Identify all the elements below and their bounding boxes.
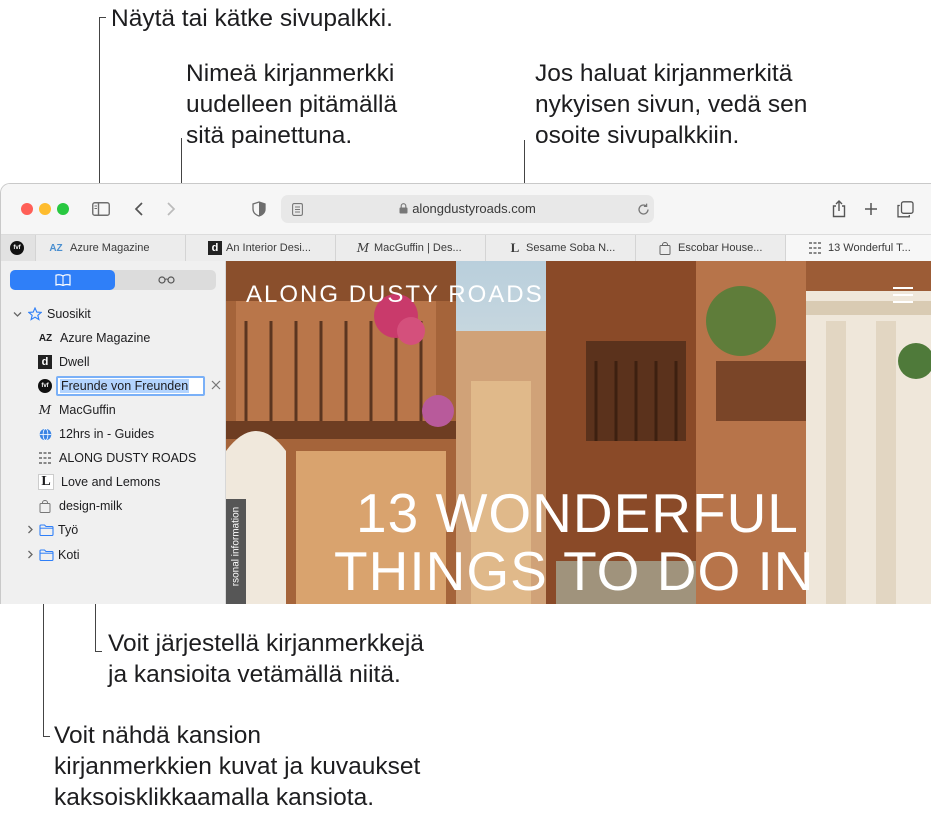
new-tab-icon[interactable] — [859, 197, 883, 221]
address-bar[interactable]: alongdustyroads.com — [281, 195, 654, 223]
callout-drag-address: Jos haluat kirjanmerkitä nykyisen sivun,… — [535, 60, 808, 149]
callout-folder: Voit nähdä kansion kirjanmerkkien kuvat … — [54, 722, 421, 811]
fvf-icon: fvf — [38, 379, 52, 393]
shield-icon[interactable] — [247, 197, 271, 221]
tab-interior[interactable]: d An Interior Desi... — [185, 235, 335, 261]
tab-escobar[interactable]: Escobar House... — [635, 235, 785, 261]
zoom-button[interactable] — [57, 203, 69, 215]
address-text: alongdustyroads.com — [412, 201, 536, 216]
chevron-right-icon[interactable] — [27, 548, 36, 562]
bookmark-macguffin[interactable]: M MacGuffin — [38, 400, 116, 420]
bookmarks-segment[interactable] — [10, 270, 115, 290]
star-icon — [28, 307, 42, 321]
bookmark-dwell[interactable]: d Dwell — [38, 352, 90, 372]
bookmark-12hrs[interactable]: 12hrs in - Guides — [38, 424, 154, 444]
tab-freunde[interactable]: fvf — [1, 235, 35, 261]
glasses-icon — [158, 276, 175, 284]
leader-line-sidebar — [99, 17, 101, 194]
folder-tyo[interactable]: Työ — [27, 520, 78, 540]
macguffin-icon: M — [38, 403, 52, 417]
tab-wonderful[interactable]: 13 Wonderful T... — [785, 235, 931, 261]
site-title[interactable]: ALONG DUSTY ROADS — [246, 281, 544, 309]
tab-azure[interactable]: AZ Azure Magazine — [35, 235, 185, 261]
rename-field-selected-text: Freunde von Freunden — [60, 379, 190, 393]
tab-sesame[interactable]: L Sesame Soba N... — [485, 235, 635, 261]
favorites-label: Suosikit — [47, 307, 91, 321]
callout-organize: Voit järjestellä kirjanmerkkejä ja kansi… — [108, 630, 424, 688]
browser-window: alongdustyroads.com fvf AZ Azure Magazine… — [0, 183, 931, 604]
callout-sidebar: Näytä tai kätke sivupalkki. — [111, 5, 393, 32]
love-lemons-icon: L — [510, 240, 520, 255]
bookmark-design-milk[interactable]: design-milk — [38, 496, 122, 516]
forward-icon[interactable] — [159, 197, 183, 221]
minimize-button[interactable] — [39, 203, 51, 215]
bag-icon — [38, 499, 52, 513]
along-dusty-roads-icon — [808, 241, 822, 255]
web-content: ALONG DUSTY ROADS 13 WONDERFUL THINGS TO… — [226, 261, 931, 604]
azure-icon: AZ — [38, 332, 53, 344]
tab-bar: fvf AZ Azure Magazine d An Interior Desi..… — [1, 234, 931, 262]
fvf-icon: fvf — [10, 241, 24, 255]
close-icon[interactable] — [211, 379, 221, 393]
folder-koti[interactable]: Koti — [27, 545, 80, 565]
rename-field[interactable]: Freunde von Freunden — [56, 376, 205, 396]
sidebar: Suosikit AZ Azure Magazine d Dwell fvf Fre… — [1, 261, 226, 604]
folder-icon — [38, 548, 54, 562]
close-button[interactable] — [21, 203, 33, 215]
tab-overview-icon[interactable] — [893, 197, 917, 221]
folder-icon — [38, 523, 54, 537]
azure-icon: AZ — [49, 242, 63, 254]
bag-icon — [658, 241, 672, 255]
menu-icon[interactable] — [893, 287, 913, 303]
along-dusty-roads-icon — [38, 451, 52, 465]
headline-line-2: THINGS TO DO IN — [334, 540, 815, 602]
macguffin-icon: M — [356, 241, 370, 255]
address-field[interactable]: alongdustyroads.com — [281, 201, 654, 217]
chevron-down-icon[interactable] — [13, 307, 25, 321]
reload-icon[interactable] — [631, 197, 655, 221]
sidebar-icon[interactable] — [89, 197, 113, 221]
headline-line-1: 13 WONDERFUL — [356, 482, 799, 544]
love-lemons-icon: L — [38, 474, 54, 490]
lock-icon — [399, 202, 408, 217]
dwell-icon: d — [38, 355, 52, 369]
share-icon[interactable] — [827, 197, 851, 221]
leader-tick-sidebar — [99, 17, 106, 19]
bookmark-azure[interactable]: AZ Azure Magazine — [38, 328, 151, 348]
leader-tick-organize-bottom — [95, 651, 102, 653]
personal-information-tab[interactable]: rsonal information — [226, 499, 246, 604]
favorites-section[interactable]: Suosikit — [13, 304, 91, 324]
tab-macguffin[interactable]: M MacGuffin | Des... — [335, 235, 485, 261]
reading-list-segment[interactable] — [115, 270, 216, 290]
back-icon[interactable] — [127, 197, 151, 221]
globe-icon — [38, 427, 52, 441]
book-icon — [55, 274, 71, 286]
bookmark-along-dusty-roads[interactable]: ALONG DUSTY ROADS — [38, 448, 196, 468]
leader-tick-folder — [43, 736, 50, 738]
dwell-icon: d — [208, 241, 222, 255]
sidebar-segmented-control — [10, 270, 216, 290]
callout-rename: Nimeä kirjanmerkki uudelleen pitämällä s… — [186, 60, 398, 149]
chevron-right-icon[interactable] — [27, 523, 36, 537]
toolbar: alongdustyroads.com — [1, 184, 931, 234]
bookmark-love-lemons[interactable]: L Love and Lemons — [38, 472, 160, 492]
bookmark-freunde-editing[interactable]: fvf Freunde von Freunden — [38, 376, 221, 396]
